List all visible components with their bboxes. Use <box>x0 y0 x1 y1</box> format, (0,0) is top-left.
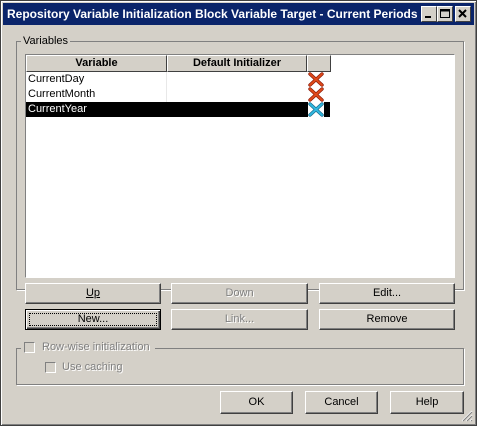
ok-button-label: OK <box>248 396 265 408</box>
cancel-button[interactable]: Cancel <box>305 391 378 414</box>
red-x-delete-icon[interactable] <box>308 72 324 87</box>
cancel-button-label: Cancel <box>324 396 359 408</box>
maximize-button[interactable] <box>437 6 453 22</box>
new-button-label: New... <box>77 313 109 325</box>
table-row[interactable]: CurrentMonth <box>26 87 330 102</box>
red-x-delete-icon[interactable] <box>308 87 324 102</box>
use-caching-checkbox[interactable] <box>45 362 56 373</box>
table-row[interactable]: CurrentDay <box>26 72 330 87</box>
title-bar[interactable]: Repository Variable Initialization Block… <box>3 3 474 25</box>
edit-button-label: Edit... <box>372 287 402 299</box>
use-caching-label: Use caching <box>62 361 123 373</box>
cell-divider <box>166 72 167 87</box>
variable-name: CurrentMonth <box>28 88 96 100</box>
up-button-label: Up <box>85 287 101 299</box>
help-button-label: Help <box>415 396 439 408</box>
remove-button[interactable]: Remove <box>319 309 455 330</box>
resize-grip-icon[interactable] <box>461 410 473 422</box>
cell-divider <box>166 87 167 102</box>
minimize-icon <box>425 16 431 18</box>
ok-button[interactable]: OK <box>220 391 293 414</box>
table-row-selected[interactable]: CurrentYear <box>26 102 330 117</box>
minimize-button[interactable] <box>421 6 437 22</box>
help-button[interactable]: Help <box>390 391 464 414</box>
edit-button[interactable]: Edit... <box>319 283 455 304</box>
down-button-label: Down <box>225 287 254 299</box>
down-button[interactable]: Down <box>171 283 308 304</box>
link-button[interactable]: Link... <box>171 309 308 330</box>
variables-list[interactable]: Variable Default Initializer CurrentDay … <box>25 54 455 278</box>
variable-name: CurrentYear <box>28 103 87 115</box>
up-button[interactable]: Up <box>25 283 161 304</box>
column-header-actions[interactable] <box>307 55 331 72</box>
close-button[interactable] <box>455 6 471 22</box>
column-header-default-initializer[interactable]: Default Initializer <box>167 55 307 72</box>
window-title: Repository Variable Initialization Block… <box>7 7 418 21</box>
rowwise-header: Row-wise initialization <box>21 341 155 355</box>
remove-button-label: Remove <box>366 313 408 325</box>
blue-x-delete-icon[interactable] <box>308 102 324 117</box>
rowwise-label: Row-wise initialization <box>42 341 150 353</box>
rowwise-checkbox[interactable] <box>24 342 35 353</box>
maximize-icon <box>440 9 450 18</box>
variable-name: CurrentDay <box>28 73 85 85</box>
variables-group-label: Variables <box>21 35 71 47</box>
close-icon <box>458 9 467 18</box>
link-button-label: Link... <box>224 313 255 325</box>
dialog-window: Repository Variable Initialization Block… <box>0 0 477 426</box>
column-header-variable[interactable]: Variable <box>26 55 167 72</box>
new-button[interactable]: New... <box>25 309 161 330</box>
